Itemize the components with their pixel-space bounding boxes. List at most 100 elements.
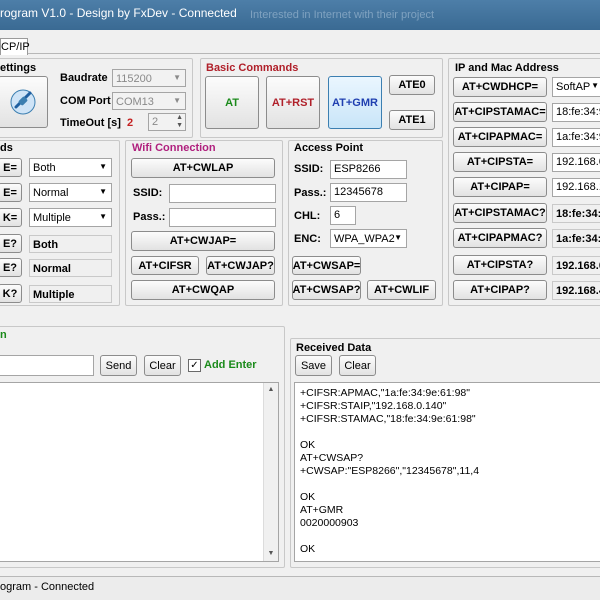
settings-title: ettings xyxy=(0,62,37,74)
at-cipapmac-query-button[interactable]: AT+CIPAPMAC? xyxy=(453,228,547,248)
sta-mac-readout: 18:fe:34:9 xyxy=(552,204,600,223)
title-bar: rogram V1.0 - Design by FxDev - Connecte… xyxy=(0,0,600,30)
received-line: OK xyxy=(300,543,316,555)
ap-chl-label: CHL: xyxy=(294,210,321,222)
baudrate-select[interactable]: 115200 ▼ xyxy=(112,69,186,87)
at-rst-button[interactable]: AT+RST xyxy=(266,76,320,129)
dhcp-mode-value: SoftAP xyxy=(556,81,591,93)
chevron-down-icon: ▼ xyxy=(173,73,181,82)
ip-mac-title: IP and Mac Address xyxy=(455,62,559,74)
ap-mac-input[interactable]: 1a:fe:34:9 xyxy=(552,128,600,147)
received-log-area[interactable]: +CIFSR:APMAC,"1a:fe:34:9e:61:98" +CIFSR:… xyxy=(294,382,600,562)
received-line: +CIFSR:APMAC,"1a:fe:34:9e:61:98" xyxy=(300,387,470,399)
at-cwlif-button[interactable]: AT+CWLIF xyxy=(367,280,436,300)
sta-ip-readout: 192.168.0. xyxy=(552,256,600,275)
at-cwqap-button[interactable]: AT+CWQAP xyxy=(131,280,275,300)
wifi-ssid-label: SSID: xyxy=(133,187,163,199)
tab-tcpip[interactable]: CP/IP xyxy=(0,38,30,55)
at-cwjap-query-button[interactable]: AT+CWJAP? xyxy=(206,256,275,275)
ap-pass-input[interactable]: 12345678 xyxy=(330,183,407,202)
at-cwsap-query-button[interactable]: AT+CWSAP? xyxy=(292,280,361,300)
ap-ssid-label: SSID: xyxy=(294,163,324,175)
chevron-down-icon: ▼ xyxy=(99,162,107,171)
sent-log-area[interactable] xyxy=(0,382,279,562)
cwmode-select[interactable]: Both ▼ xyxy=(29,158,112,177)
baudrate-label: Baudrate xyxy=(60,72,108,84)
comport-value: COM13 xyxy=(116,96,154,108)
send-command-input[interactable] xyxy=(0,355,94,376)
timeout-stepper[interactable]: 2 ▲ ▼ xyxy=(148,113,186,131)
received-line: AT+GMR xyxy=(300,504,344,516)
status-bar: ogram - Connected xyxy=(0,576,600,600)
timeout-indicator: 2 xyxy=(127,117,134,129)
sent-log-scrollbar[interactable]: ▲ ▼ xyxy=(263,383,278,561)
at-cipap-set-button[interactable]: AT+CIPAP= xyxy=(453,177,547,197)
cipmode-value: Normal xyxy=(33,187,69,199)
wifi-pass-input[interactable] xyxy=(169,208,276,227)
cwmode-set-button[interactable]: E= xyxy=(0,158,22,177)
at-cipap-query-button[interactable]: AT+CIPAP? xyxy=(453,280,547,300)
comport-select[interactable]: COM13 ▼ xyxy=(112,92,186,110)
window-title: rogram V1.0 - Design by FxDev - Connecte… xyxy=(0,6,237,20)
cipmode-set-button[interactable]: E= xyxy=(0,183,22,202)
at-cifsr-button[interactable]: AT+CIFSR xyxy=(131,256,199,275)
received-line: +CWSAP:"ESP8266","12345678",11,4 xyxy=(300,465,480,477)
chevron-down-icon: ▼ xyxy=(591,81,599,90)
received-line xyxy=(300,426,596,439)
basic-commands-title: Basic Commands xyxy=(206,62,299,74)
cipmux-set-button[interactable]: K= xyxy=(0,208,22,227)
status-text: ogram - Connected xyxy=(0,581,95,593)
chevron-down-icon: ▼ xyxy=(394,233,402,242)
received-title: Received Data xyxy=(296,342,372,354)
at-cipapmac-set-button[interactable]: AT+CIPAPMAC= xyxy=(453,127,547,147)
received-line: OK xyxy=(300,439,316,451)
cwmode-value: Both xyxy=(33,162,56,174)
at-cwdhcp-set-button[interactable]: AT+CWDHCP= xyxy=(453,77,547,97)
sta-mac-input[interactable]: 18:fe:34:9 xyxy=(552,103,600,122)
mode-panel-title: ds xyxy=(0,142,13,154)
add-enter-checkbox[interactable]: ✓ xyxy=(188,359,201,372)
cipmode-query-button[interactable]: E? xyxy=(0,258,22,277)
add-enter-label: Add Enter xyxy=(204,359,257,371)
ap-chl-input[interactable]: 6 xyxy=(330,206,356,225)
at-cipsta-query-button[interactable]: AT+CIPSTA? xyxy=(453,255,547,275)
scroll-down-icon[interactable]: ▼ xyxy=(264,547,278,561)
ap-enc-select[interactable]: WPA_WPA2 ▼ xyxy=(330,229,407,248)
received-clear-button[interactable]: Clear xyxy=(339,355,376,376)
background-ghost-text: Interested in Internet with their projec… xyxy=(250,9,435,21)
cipmux-query-button[interactable]: K? xyxy=(0,284,22,303)
send-clear-button[interactable]: Clear xyxy=(144,355,181,376)
tab-strip xyxy=(0,30,600,54)
ate0-button[interactable]: ATE0 xyxy=(389,75,435,95)
cipmode-select[interactable]: Normal ▼ xyxy=(29,183,112,202)
cipmux-select[interactable]: Multiple ▼ xyxy=(29,208,112,227)
ap-enc-label: ENC: xyxy=(294,233,321,245)
save-button[interactable]: Save xyxy=(295,355,332,376)
ap-pass-label: Pass.: xyxy=(294,187,327,199)
dhcp-mode-select[interactable]: SoftAP ▼ xyxy=(552,77,600,97)
at-cwsap-set-button[interactable]: AT+CWSAP= xyxy=(292,256,361,275)
cwmode-query-button[interactable]: E? xyxy=(0,234,22,253)
ate1-button[interactable]: ATE1 xyxy=(389,110,435,130)
stepper-arrows-icon: ▲ ▼ xyxy=(176,114,183,129)
connect-button[interactable] xyxy=(0,76,48,128)
at-button[interactable]: AT xyxy=(205,76,259,129)
sta-ip-input[interactable]: 192.168.0. xyxy=(552,153,600,172)
at-cipsta-set-button[interactable]: AT+CIPSTA= xyxy=(453,152,547,172)
at-gmr-button[interactable]: AT+GMR xyxy=(328,76,382,129)
plug-icon xyxy=(10,89,36,115)
wifi-ssid-input[interactable] xyxy=(169,184,276,203)
at-cipstamac-set-button[interactable]: AT+CIPSTAMAC= xyxy=(453,102,547,122)
ap-mac-readout: 1a:fe:34:9 xyxy=(552,229,600,248)
at-cwlap-button[interactable]: AT+CWLAP xyxy=(131,158,275,178)
timeout-label: TimeOut [s] xyxy=(60,117,121,129)
received-line xyxy=(300,530,596,543)
received-line: 0020000903 xyxy=(300,517,359,529)
ap-ip-input[interactable]: 192.168.1. xyxy=(552,178,600,197)
at-cwjap-set-button[interactable]: AT+CWJAP= xyxy=(131,231,275,251)
ap-ssid-input[interactable]: ESP8266 xyxy=(330,160,407,179)
at-cipstamac-query-button[interactable]: AT+CIPSTAMAC? xyxy=(453,203,547,223)
scroll-up-icon[interactable]: ▲ xyxy=(264,383,278,397)
send-button[interactable]: Send xyxy=(100,355,137,376)
cipmux-readout: Multiple xyxy=(29,285,112,303)
